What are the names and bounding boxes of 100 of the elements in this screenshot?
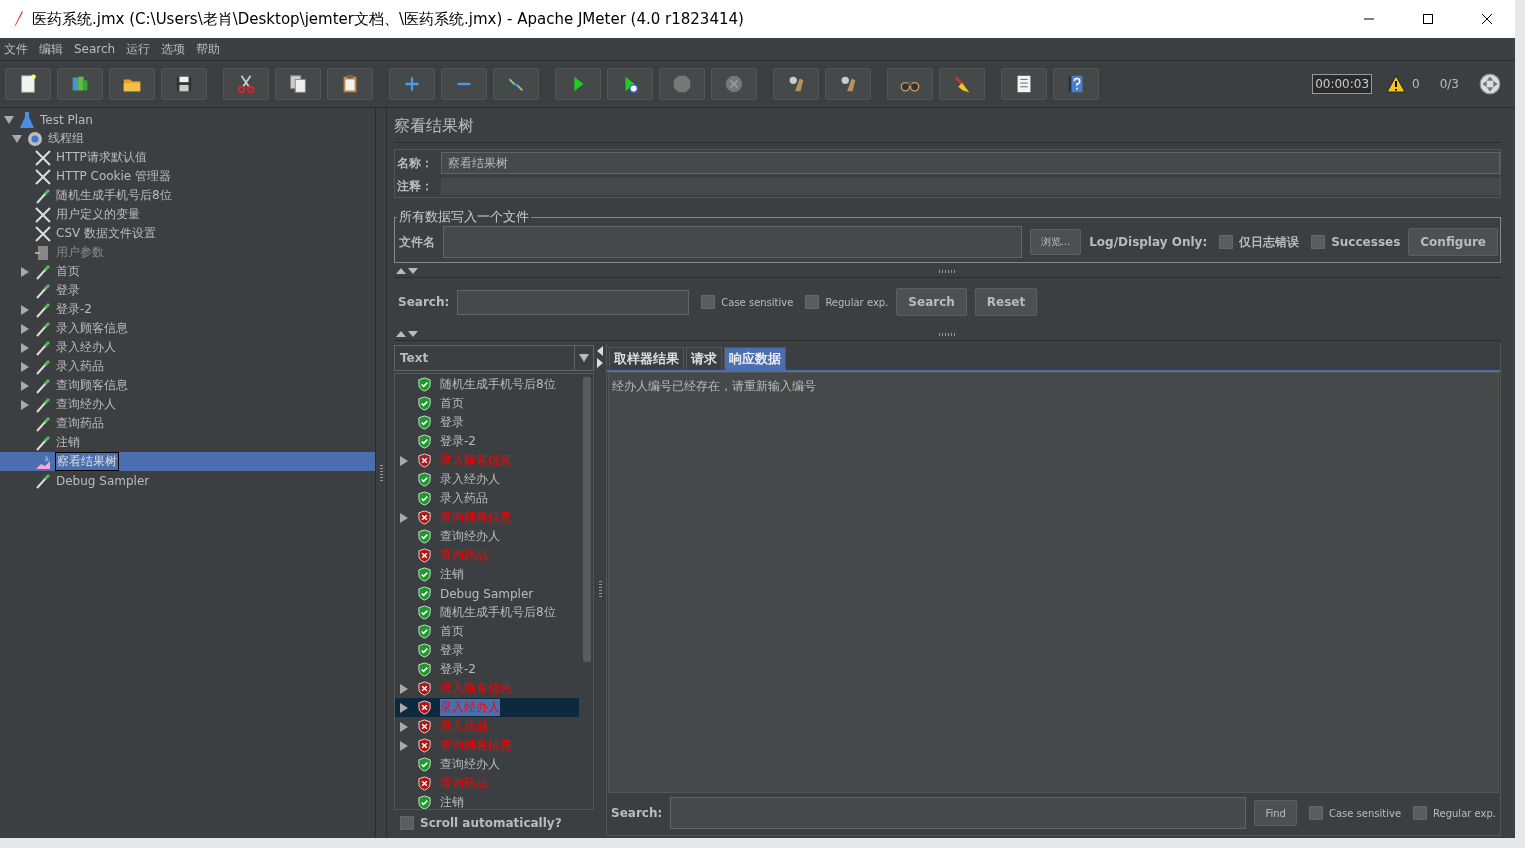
tree-item[interactable]: 录入药品 <box>55 358 105 375</box>
help-icon[interactable] <box>1053 68 1099 100</box>
renderer-dropdown[interactable]: Text <box>394 345 594 371</box>
tab[interactable]: 请求 <box>686 347 722 370</box>
tree-item[interactable]: 录入经办人 <box>55 339 117 356</box>
collapse-arrow-icon[interactable] <box>20 399 30 410</box>
result-item[interactable]: 登录 <box>440 414 464 431</box>
tree-item[interactable]: HTTP Cookie 管理器 <box>55 168 173 185</box>
checkbox[interactable] <box>1219 235 1234 249</box>
checkbox[interactable] <box>1413 806 1428 820</box>
checkbox[interactable] <box>1311 235 1326 249</box>
result-item[interactable]: 查询经办人 <box>440 528 500 545</box>
expand-arrow-icon[interactable] <box>4 114 14 125</box>
file-field[interactable] <box>443 226 1022 258</box>
result-item[interactable]: 首页 <box>440 623 464 640</box>
menu-item[interactable]: 选项 <box>161 40 186 58</box>
collapse-arrow-icon[interactable] <box>399 740 409 751</box>
collapse-arrow-icon[interactable] <box>399 721 409 732</box>
collapse-arrow-icon[interactable] <box>399 455 409 466</box>
list-icon[interactable] <box>1001 68 1047 100</box>
tree-item[interactable]: 首页 <box>55 263 81 280</box>
result-item[interactable]: 登录 <box>440 642 464 659</box>
configure-button[interactable]: Configure <box>1408 228 1498 256</box>
menu-item[interactable]: Search <box>74 42 116 56</box>
collapse-arrow-icon[interactable] <box>399 702 409 713</box>
result-item[interactable]: 注销 <box>440 794 464 809</box>
clipboard-icon[interactable] <box>327 68 373 100</box>
books-icon[interactable] <box>57 68 103 100</box>
result-item[interactable]: 首页 <box>440 395 464 412</box>
floppy-icon[interactable] <box>161 68 207 100</box>
result-item[interactable]: Debug Sampler <box>440 586 534 601</box>
pipette-icon <box>34 433 52 452</box>
checkbox[interactable] <box>400 816 414 830</box>
menu-item[interactable]: 文件 <box>4 40 28 58</box>
tree-item[interactable]: 查询药品 <box>55 415 105 432</box>
result-item[interactable]: 登录-2 <box>440 661 476 678</box>
find-button[interactable]: Find <box>1254 800 1297 826</box>
tree-item[interactable]: 登录-2 <box>55 301 93 318</box>
dropdown-arrow-icon <box>579 354 589 362</box>
browse-button[interactable]: 浏览... <box>1029 229 1082 255</box>
checkbox[interactable] <box>805 295 820 309</box>
folder-icon[interactable] <box>109 68 155 100</box>
splitter-arrows-icon[interactable] <box>396 267 418 275</box>
tab[interactable]: 响应数据 <box>724 347 786 370</box>
checkbox[interactable] <box>701 295 716 309</box>
tree-item[interactable]: 查询经办人 <box>55 396 117 413</box>
tab[interactable]: 取样器结果 <box>609 347 684 370</box>
collapse-arrow-icon[interactable] <box>20 361 30 372</box>
plus-icon[interactable] <box>389 68 435 100</box>
result-item[interactable]: 录入经办人 <box>440 471 500 488</box>
maximize-icon[interactable] <box>1422 13 1434 25</box>
tree-item[interactable]: 察看结果树 <box>55 452 119 471</box>
reset-button[interactable]: Reset <box>974 288 1038 316</box>
tree-item[interactable]: 注销 <box>55 434 81 451</box>
result-item[interactable]: 查询经办人 <box>440 756 500 773</box>
play-icon[interactable] <box>607 68 653 100</box>
splitter-arrows-icon[interactable] <box>396 330 418 338</box>
collapse-arrow-icon[interactable] <box>20 380 30 391</box>
search-field[interactable] <box>670 797 1247 829</box>
collapse-arrow-icon[interactable] <box>399 683 409 694</box>
file-label: 文件名 <box>399 233 435 251</box>
search-field[interactable] <box>457 289 690 315</box>
tree-item[interactable]: 查询顾客信息 <box>55 377 129 394</box>
search-button[interactable]: Search <box>896 288 967 316</box>
comment-field[interactable] <box>441 178 1500 195</box>
tree-item[interactable]: HTTP请求默认值 <box>55 149 148 166</box>
tree-item[interactable]: 随机生成手机号后8位 <box>55 187 173 204</box>
checkbox-label: 仅日志错误 <box>1239 233 1300 251</box>
tree-item[interactable]: CSV 数据文件设置 <box>55 225 158 242</box>
tree-item[interactable]: 线程组 <box>47 130 85 147</box>
name-field[interactable]: 察看结果树 <box>441 152 1500 174</box>
close-icon[interactable] <box>1481 13 1493 25</box>
collapse-arrow-icon[interactable] <box>20 323 30 334</box>
tree-item[interactable]: Test Plan <box>39 112 94 127</box>
splitter-arrows-icon[interactable] <box>596 346 604 368</box>
binoculars-icon[interactable] <box>887 68 933 100</box>
play-icon[interactable] <box>555 68 601 100</box>
tree-item[interactable]: 录入顾客信息 <box>55 320 129 337</box>
tree-item[interactable]: Debug Sampler <box>55 473 151 488</box>
tree-item[interactable]: 用户定义的变量 <box>55 206 141 223</box>
result-item[interactable]: 录入药品 <box>440 490 488 507</box>
checkbox[interactable] <box>1308 806 1323 820</box>
expand-arrow-icon[interactable] <box>12 133 22 144</box>
result-item[interactable]: 随机生成手机号后8位 <box>440 376 556 393</box>
collapse-arrow-icon[interactable] <box>399 512 409 523</box>
result-item[interactable]: 注销 <box>440 566 464 583</box>
scrollbar[interactable] <box>583 377 591 662</box>
menu-item[interactable]: 运行 <box>126 40 151 58</box>
menu-item[interactable]: 编辑 <box>39 40 63 58</box>
result-item[interactable]: 随机生成手机号后8位 <box>440 604 556 621</box>
collapse-arrow-icon[interactable] <box>20 342 30 353</box>
copy-icon[interactable] <box>275 68 321 100</box>
result-item[interactable]: 登录-2 <box>440 433 476 450</box>
wand-icon[interactable] <box>493 68 539 100</box>
file-icon[interactable] <box>5 68 51 100</box>
tree-item[interactable]: 登录 <box>55 282 81 299</box>
menu-item[interactable]: 帮助 <box>196 40 221 58</box>
scissors-icon[interactable] <box>223 68 269 100</box>
collapse-arrow-icon[interactable] <box>20 266 30 277</box>
collapse-arrow-icon[interactable] <box>20 304 30 315</box>
